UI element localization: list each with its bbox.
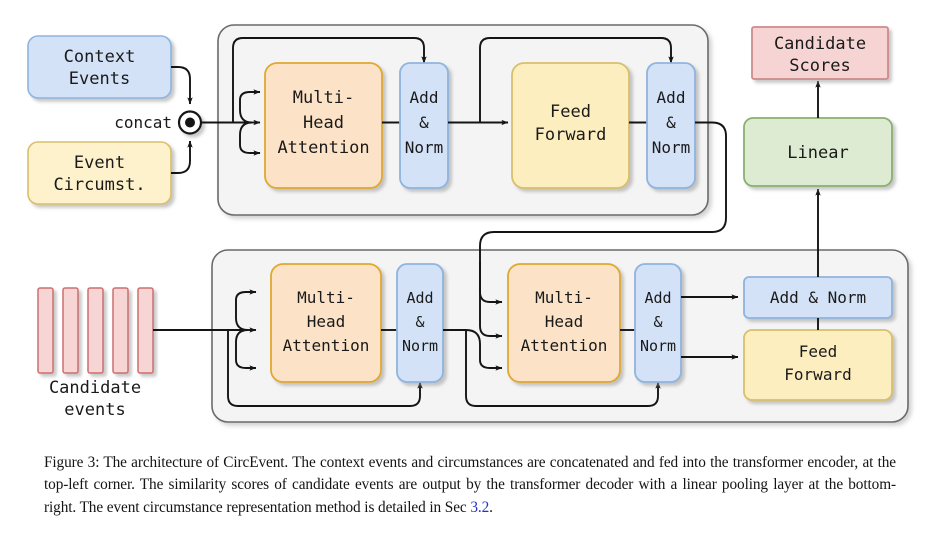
- encoder-add-norm-2-block: Add & Norm: [646, 62, 696, 189]
- candidate-events-node: Candidate events: [37, 287, 154, 420]
- decoder-addnorm1-label-line1: Add: [406, 289, 433, 307]
- decoder-cross-attention-label-line3: Attention: [521, 336, 608, 355]
- candidate-events-label-line1: Candidate: [49, 378, 141, 398]
- edge-context-to-concat: [171, 66, 193, 105]
- linear-label: Linear: [787, 143, 848, 163]
- decoder-ff-label-line1: Feed: [799, 342, 838, 361]
- encoder-addnorm1-label-line3: Norm: [405, 138, 444, 157]
- figure-caption: Figure 3: The architecture of CircEvent.…: [44, 452, 896, 519]
- decoder-feed-forward-block: Feed Forward: [743, 329, 893, 401]
- encoder-addnorm2-label-line2: &: [666, 113, 676, 132]
- candidate-event-bar: [37, 287, 54, 374]
- candidate-event-bar: [137, 287, 154, 374]
- decoder-self-attention-label-line2: Head: [307, 312, 346, 331]
- decoder-cross-attention-block: Multi- Head Attention: [507, 263, 621, 383]
- encoder-addnorm1-label-line1: Add: [410, 88, 439, 107]
- candidate-event-bar: [87, 287, 104, 374]
- encoder-ff-label-line1: Feed: [550, 102, 591, 122]
- context-events-label-line2: Events: [69, 69, 130, 89]
- decoder-addnorm3-label: Add & Norm: [770, 288, 866, 307]
- decoder-addnorm2-label-line1: Add: [644, 289, 671, 307]
- decoder-add-norm-1-block: Add & Norm: [396, 263, 444, 383]
- decoder-self-attention-label-line1: Multi-: [297, 288, 355, 307]
- candidate-scores-label-line2: Scores: [789, 56, 850, 76]
- encoder-mha-label-line2: Head: [303, 113, 344, 133]
- encoder-feed-forward-block: Feed Forward: [511, 62, 630, 189]
- decoder-addnorm1-label-line2: &: [415, 313, 424, 331]
- context-events-label-line1: Context: [64, 47, 136, 67]
- concat-label: concat: [114, 113, 172, 132]
- decoder-addnorm1-label-line3: Norm: [402, 337, 438, 355]
- candidate-event-bar: [62, 287, 79, 374]
- encoder-addnorm1-label-line2: &: [419, 113, 429, 132]
- linear-block: Linear: [743, 117, 893, 187]
- encoder-mha-label-line3: Attention: [277, 138, 369, 158]
- event-circumstances-label-line2: Circumst.: [53, 175, 145, 195]
- context-events-node: Context Events: [27, 35, 172, 99]
- encoder-add-norm-1-block: Add & Norm: [399, 62, 449, 189]
- decoder-self-attention-block: Multi- Head Attention: [270, 263, 382, 383]
- encoder-multi-head-attention-block: Multi- Head Attention: [264, 62, 383, 189]
- encoder-ff-label-line2: Forward: [535, 125, 607, 145]
- decoder-self-attention-label-line3: Attention: [283, 336, 370, 355]
- encoder-addnorm2-label-line3: Norm: [652, 138, 691, 157]
- decoder-ff-label-line2: Forward: [784, 365, 851, 384]
- encoder-addnorm2-label-line1: Add: [657, 88, 686, 107]
- candidate-events-bars: [37, 287, 154, 374]
- figure-caption-body-end: .: [489, 498, 493, 516]
- figure-caption-section-link[interactable]: 3.2: [470, 499, 489, 516]
- circevent-architecture-diagram: Context Events Event Circumst. concat Mu…: [27, 24, 909, 423]
- figure-caption-prefix: Figure 3:: [44, 454, 100, 471]
- decoder-addnorm2-label-line2: &: [653, 313, 662, 331]
- decoder-cross-attention-label-line1: Multi-: [535, 288, 593, 307]
- candidate-events-label-line2: events: [64, 400, 125, 420]
- decoder-add-norm-3-block: Add & Norm: [743, 276, 893, 319]
- decoder-cross-attention-label-line2: Head: [545, 312, 584, 331]
- candidate-scores-label-line1: Candidate: [774, 34, 866, 54]
- edge-circumstances-to-concat: [171, 140, 193, 174]
- concat-operator-icon: [177, 110, 203, 135]
- event-circumstances-node: Event Circumst.: [27, 141, 172, 205]
- decoder-addnorm2-label-line3: Norm: [640, 337, 676, 355]
- candidate-scores-node: Candidate Scores: [751, 26, 889, 80]
- decoder-add-norm-2-block: Add & Norm: [634, 263, 682, 383]
- event-circumstances-label-line1: Event: [74, 153, 125, 173]
- candidate-event-bar: [112, 287, 129, 374]
- encoder-mha-label-line1: Multi-: [293, 88, 354, 108]
